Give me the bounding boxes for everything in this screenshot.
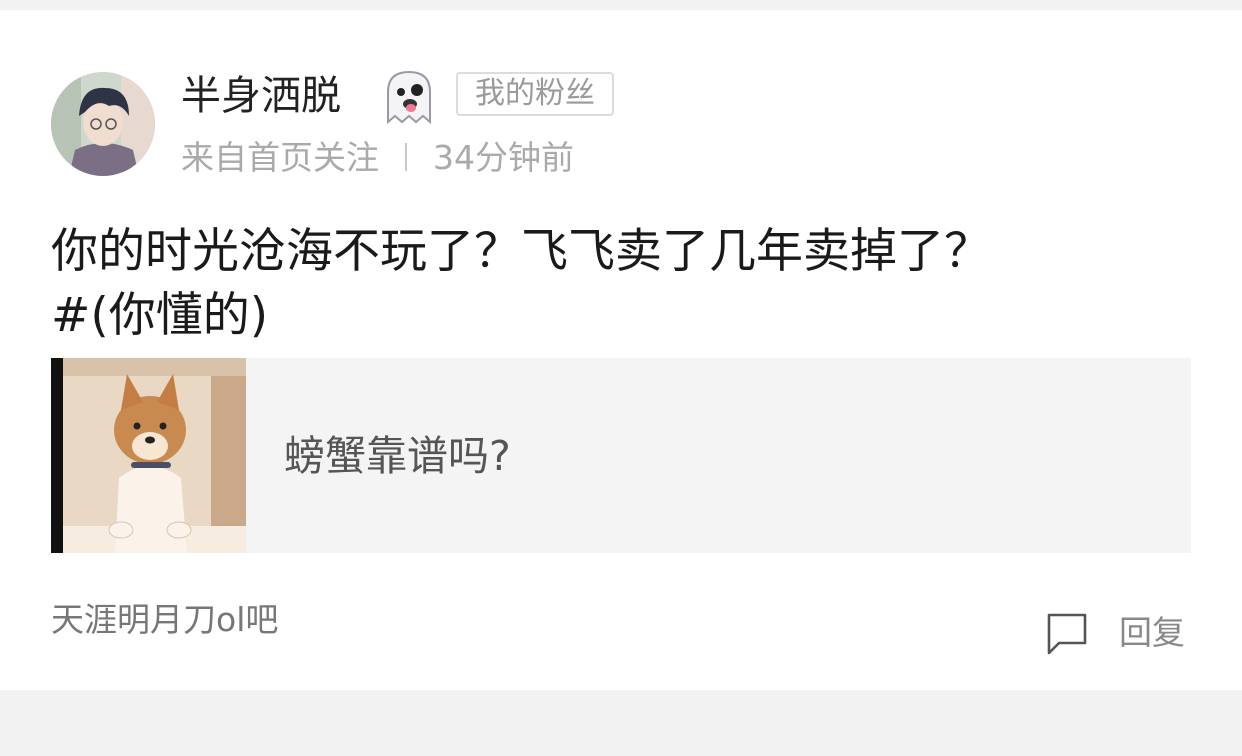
post-card[interactable]: 半身洒脱 我的粉丝 来自首页关注 34分钟前 你的时光沧海不玩了？飞飞卖了几年卖掉…: [0, 10, 1242, 690]
post-time: 34分钟前: [433, 138, 574, 177]
post-content-line: #(你懂的): [51, 288, 269, 343]
shared-thumbnail: [51, 358, 246, 553]
reply-button[interactable]: 回复: [1045, 610, 1185, 656]
shared-title: 螃蟹靠谱吗?: [284, 432, 511, 480]
fan-badge: 我的粉丝: [456, 72, 614, 116]
post-content[interactable]: 你的时光沧海不玩了？飞飞卖了几年卖掉了？ #(你懂的): [51, 220, 1201, 348]
shared-link-card[interactable]: 螃蟹靠谱吗?: [51, 358, 1191, 553]
comment-icon: [1047, 613, 1087, 655]
avatar[interactable]: [51, 72, 155, 176]
forum-link[interactable]: 天涯明月刀ol吧: [51, 598, 278, 642]
reply-label: 回复: [1119, 613, 1185, 652]
post-source: 来自首页关注: [181, 138, 379, 177]
author-name[interactable]: 半身洒脱: [181, 70, 341, 122]
ghost-tongue-icon: [380, 68, 438, 126]
post-content-line: 你的时光沧海不玩了？飞飞卖了几年卖掉了？: [51, 224, 991, 279]
post-meta: 来自首页关注 34分钟前: [181, 136, 574, 180]
meta-divider: [405, 142, 407, 171]
